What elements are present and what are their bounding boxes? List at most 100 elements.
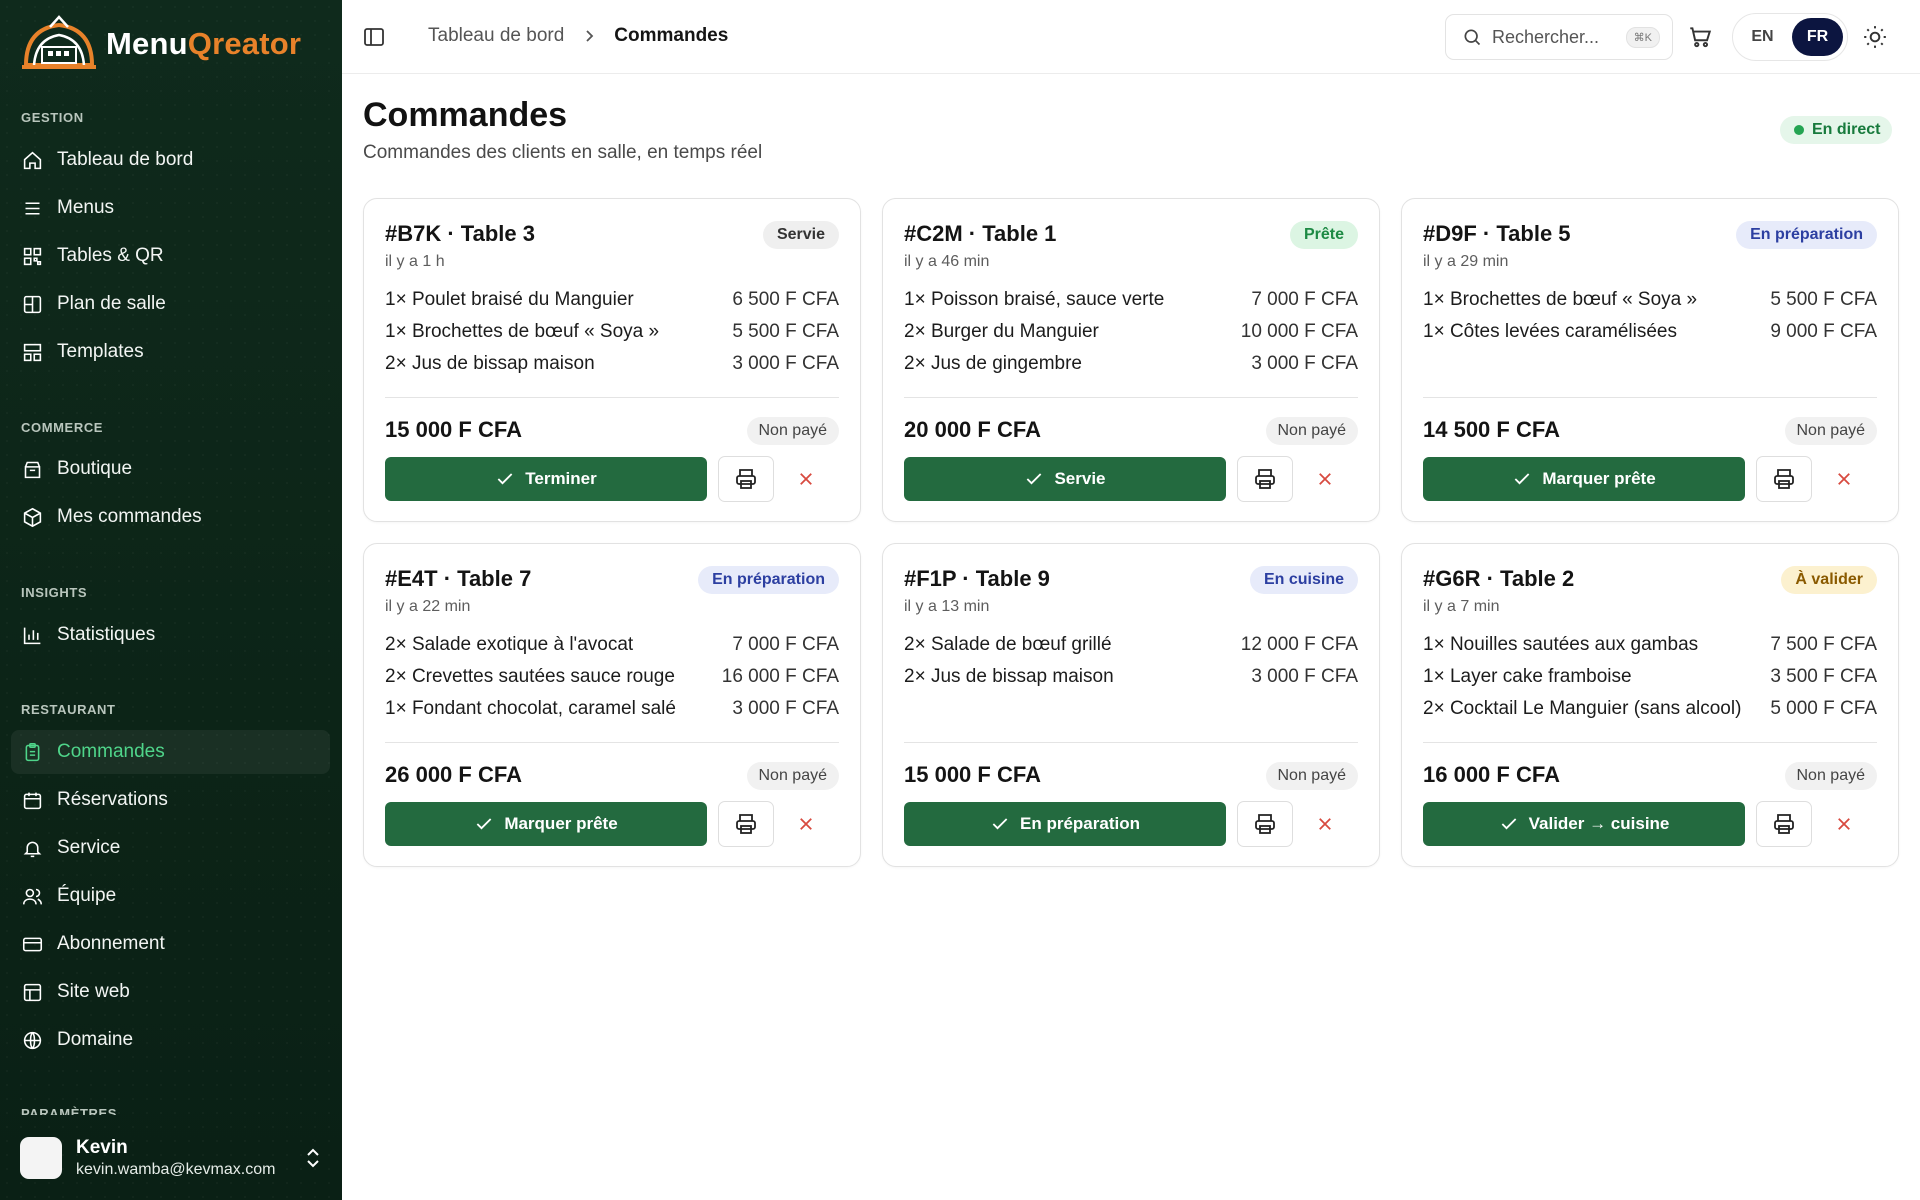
item-name: 2× Jus de bissap maison [904,666,1114,687]
order-card: #B7K · Table 3 il y a 1 h Servie 1× Poulet … [363,198,861,522]
cancel-order-button[interactable] [1826,806,1862,842]
item-name: 2× Jus de gingembre [904,353,1082,374]
order-card: #E4T · Table 7 il y a 22 min En préparatio… [363,543,861,867]
item-name: 2× Salade exotique à l'avocat [385,634,634,655]
print-button[interactable] [1237,456,1293,502]
order-title: #D9F · Table 5 [1423,221,1571,246]
cancel-order-button[interactable] [788,461,824,497]
print-button[interactable] [718,801,774,847]
order-action-button[interactable]: Marquer prête [385,802,707,846]
sidebar-item-tables-qr[interactable]: Tables & QR [11,234,330,278]
check-icon [497,473,513,485]
live-label: En direct [1812,121,1881,138]
order-line-item: 1× Poisson braisé, sauce verte 7 000 F CF… [904,289,1358,321]
sidebar-item-abonnement[interactable]: Abonnement [11,922,330,966]
user-menu[interactable]: Kevin kevin.wamba@kevmax.com [20,1134,322,1182]
sidebar-item-commandes[interactable]: Commandes [11,730,330,774]
users-icon [22,888,43,904]
template-icon [23,343,42,361]
search-shortcut: ⌘K [1625,26,1660,48]
sidebar-item-domaine[interactable]: Domaine [11,1018,330,1062]
item-name: 2× Cocktail Le Manguier (sans alcool) [1423,698,1742,719]
printer-icon [736,469,756,489]
order-line-item: 2× Jus de bissap maison 3 000 F CFA [385,353,839,385]
sidebar-toggle-icon[interactable] [362,25,386,49]
check-icon [1027,473,1042,485]
cancel-order-button[interactable] [1307,806,1343,842]
live-dot-icon [1794,125,1804,135]
order-line-item: 2× Crevettes sautées sauce rouge 16 000 F… [385,666,839,698]
floor-plan-icon [23,295,42,313]
order-line-item: 2× Salade de bœuf grillé 12 000 F CFA [904,634,1358,666]
sidebar-item-label: Tableau de bord [57,149,194,170]
order-line-item: 1× Fondant chocolat, caramel salé 3 000 F… [385,698,839,730]
order-line-item: 1× Côtes levées caramélisées 9 000 F CFA [1423,321,1877,353]
order-action-button[interactable]: Terminer [385,457,707,501]
sun-icon[interactable] [1862,24,1888,50]
sidebar-item-label: Commandes [57,741,165,762]
sidebar-item-templates[interactable]: Templates [11,330,330,374]
item-name: 1× Nouilles sautées aux gambas [1423,634,1699,655]
printer-icon [1774,469,1794,489]
cancel-order-button[interactable] [788,806,824,842]
item-price: 5 000 F CFA [1770,698,1877,719]
bell-icon [23,841,42,857]
sidebar-item-reservations[interactable]: Réservations [11,778,330,822]
order-action-button[interactable]: Valider → cuisine [1423,802,1745,846]
divider [1423,397,1877,398]
close-icon [800,473,812,485]
sidebar-item-tableau-de-bord[interactable]: Tableau de bord [11,138,330,182]
payment-status-badge: Non payé [1784,762,1877,790]
cancel-order-button[interactable] [1307,461,1343,497]
cancel-order-button[interactable] [1826,461,1862,497]
order-card: #C2M · Table 1 il y a 46 min Prête 1× Poiss… [882,198,1380,522]
user-info: Kevin kevin.wamba@kevmax.com [76,1137,275,1179]
clipboard-icon [25,742,40,761]
status-badge: En préparation [698,566,839,594]
close-icon [1319,473,1331,485]
print-button[interactable] [1756,801,1812,847]
order-items: 2× Salade de bœuf grillé 12 000 F CFA 2× J… [904,634,1358,698]
print-button[interactable] [1756,456,1812,502]
sidebar: MenuQreator GESTION Tableau de bord Menu… [0,0,342,1200]
restaurant-logo-icon [22,15,96,69]
item-name: 2× Burger du Manguier [904,321,1099,342]
sidebar-item-mes-commandes[interactable]: Mes commandes [11,495,330,539]
order-action-button[interactable]: En préparation [904,802,1226,846]
order-time: il y a 22 min [385,598,471,615]
sidebar-item-site-web[interactable]: Site web [11,970,330,1014]
sidebar-item-label: Service [57,837,121,858]
sidebar-item-boutique[interactable]: Boutique [11,447,330,491]
sidebar-item-menus[interactable]: Menus [11,186,330,230]
sidebar-item-label: Statistiques [57,624,156,645]
language-en-button[interactable]: EN [1737,18,1788,56]
print-button[interactable] [718,456,774,502]
search-input[interactable]: Rechercher... ⌘K [1445,14,1673,60]
sidebar-item-label: Plan de salle [57,293,166,314]
nav-section-restaurant: RESTAURANT [21,702,116,717]
item-price: 16 000 F CFA [721,666,839,687]
store-icon [24,461,41,478]
sidebar-item-statistiques[interactable]: Statistiques [11,613,330,657]
close-icon [800,818,812,830]
sidebar-item-equipe[interactable]: Équipe [11,874,330,918]
close-icon [1319,818,1331,830]
item-price: 3 000 F CFA [732,353,839,374]
sidebar-item-plan-de-salle[interactable]: Plan de salle [11,282,330,326]
order-action-button[interactable]: Servie [904,457,1226,501]
order-items: 2× Salade exotique à l'avocat 7 000 F CFA… [385,634,839,730]
topbar: Tableau de bord Commandes Rechercher... … [342,0,1920,74]
order-items: 1× Poulet braisé du Manguier 6 500 F CFA 1… [385,289,839,385]
sidebar-item-service[interactable]: Service [11,826,330,870]
breadcrumb-parent[interactable]: Tableau de bord [428,25,564,47]
order-action-button[interactable]: Marquer prête [1423,457,1745,501]
home-icon [23,151,42,169]
item-price: 9 000 F CFA [1770,321,1877,342]
print-button[interactable] [1237,801,1293,847]
item-name: 1× Côtes levées caramélisées [1423,321,1677,342]
brand-logo[interactable]: MenuQreator [20,14,301,74]
sidebar-item-label: Mes commandes [57,506,202,527]
cart-icon[interactable] [1687,24,1713,50]
order-title: #E4T · Table 7 [385,566,532,591]
language-fr-button[interactable]: FR [1792,18,1843,56]
